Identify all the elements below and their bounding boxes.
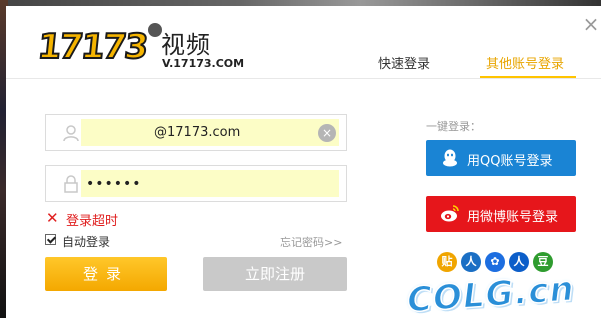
colg-watermark: COLG.cn bbox=[405, 268, 577, 318]
tab-other-account-login[interactable]: 其他账号登录 bbox=[480, 53, 570, 77]
register-button[interactable]: 立即注册 bbox=[203, 257, 347, 291]
renren-icon[interactable]: 人 bbox=[461, 252, 481, 272]
error-text: 登录超时 bbox=[66, 214, 119, 229]
login-dialog: 17173 视频 V.17173.COM 快速登录 其他账号登录 × × ✕ 登… bbox=[6, 6, 601, 318]
user-icon bbox=[63, 125, 79, 142]
logo-video-label: 视频 bbox=[161, 31, 211, 59]
auto-login-checkbox[interactable] bbox=[45, 234, 56, 245]
header-divider bbox=[6, 78, 601, 79]
weibo-icon bbox=[441, 205, 459, 222]
baidu-icon[interactable]: ✿ bbox=[485, 252, 505, 272]
dialog-header: 17173 视频 V.17173.COM 快速登录 其他账号登录 × bbox=[6, 6, 601, 79]
logo-domain: V.17173.COM bbox=[162, 57, 245, 70]
weibo-login-label: 用微博账号登录 bbox=[467, 210, 559, 225]
error-icon: ✕ bbox=[46, 209, 59, 227]
qq-login-button[interactable]: 用QQ账号登录 bbox=[426, 140, 576, 176]
weibo-login-button[interactable]: 用微博账号登录 bbox=[426, 196, 576, 232]
clear-username-icon[interactable]: × bbox=[318, 124, 336, 142]
qq-login-label: 用QQ账号登录 bbox=[467, 154, 553, 169]
renren-user-icon[interactable]: 人 bbox=[509, 252, 529, 272]
auto-login-label[interactable]: 自动登录 bbox=[62, 233, 110, 250]
username-input[interactable] bbox=[86, 119, 316, 146]
logo-digits: 17173 bbox=[35, 26, 150, 68]
tab-quick-login[interactable]: 快速登录 bbox=[374, 53, 434, 77]
forgot-password-link[interactable]: 忘记密码>> bbox=[280, 234, 342, 250]
close-button[interactable]: × bbox=[581, 14, 601, 34]
password-field bbox=[45, 165, 347, 202]
douban-icon[interactable]: 豆 bbox=[533, 252, 553, 272]
password-input[interactable] bbox=[86, 170, 316, 197]
username-field: × bbox=[45, 114, 347, 151]
one-click-login-label: 一键登录： bbox=[426, 120, 481, 133]
lock-icon bbox=[64, 175, 78, 193]
logo: 17173 视频 V.17173.COM bbox=[35, 21, 244, 71]
tieba-icon[interactable]: 贴 bbox=[437, 252, 457, 272]
qq-penguin-icon bbox=[443, 149, 457, 167]
logo-bubble-icon bbox=[148, 23, 162, 37]
login-button[interactable]: 登录 bbox=[45, 257, 167, 291]
